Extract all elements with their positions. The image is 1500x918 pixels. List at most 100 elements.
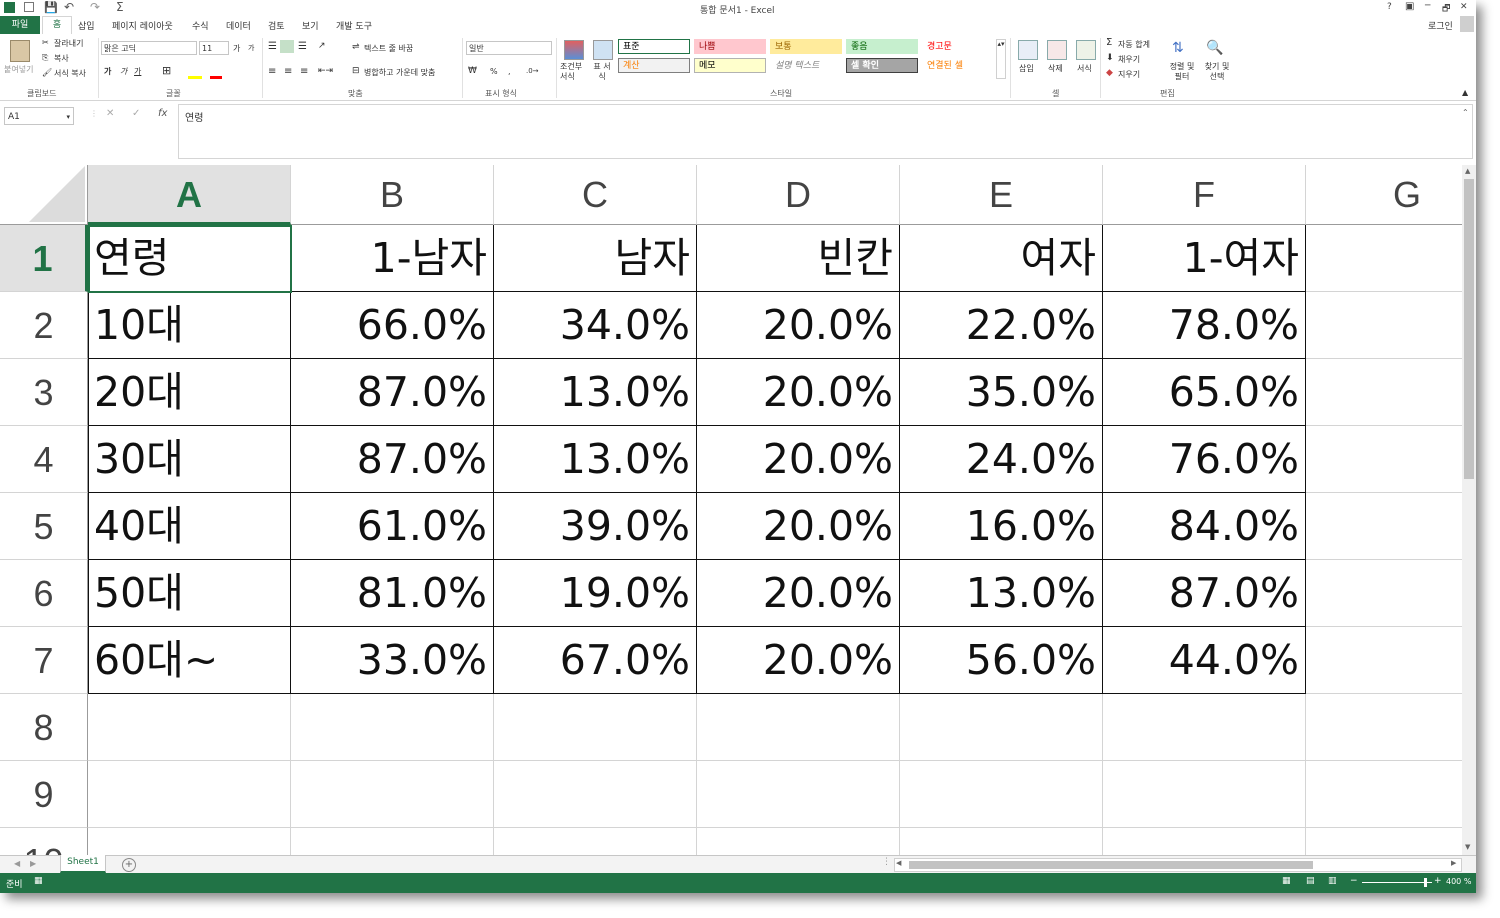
cell[interactable]: 65.0% xyxy=(1103,359,1306,426)
horizontal-scrollbar[interactable]: ◀ ▶ xyxy=(894,858,1462,872)
tab-developer[interactable]: 개발 도구 xyxy=(336,19,372,32)
cell[interactable]: 20.0% xyxy=(697,493,900,560)
align-middle-icon[interactable] xyxy=(280,40,294,53)
zoom-level[interactable]: 400 % xyxy=(1446,877,1471,886)
cell[interactable]: 34.0% xyxy=(494,292,697,359)
align-bottom-icon[interactable]: ☰ xyxy=(298,41,307,52)
cell-style-item[interactable]: 보통 xyxy=(770,39,842,54)
cell[interactable] xyxy=(88,694,291,761)
row-header[interactable]: 6 xyxy=(0,560,88,627)
cell[interactable] xyxy=(291,694,494,761)
cell-style-item[interactable]: 연결된 셀 xyxy=(922,58,994,73)
cell[interactable]: 20.0% xyxy=(697,359,900,426)
expand-formula-icon[interactable]: ⌃ xyxy=(1462,108,1469,117)
cell[interactable]: 20.0% xyxy=(697,560,900,627)
conditional-format-icon[interactable] xyxy=(564,40,584,60)
restore-button[interactable]: 🗗 xyxy=(1442,1,1450,17)
cell[interactable]: 빈칸 xyxy=(697,225,900,292)
tab-insert[interactable]: 삽입 xyxy=(78,19,95,32)
page-break-view-icon[interactable]: ▥ xyxy=(1328,876,1337,886)
cell[interactable]: 20.0% xyxy=(697,426,900,493)
currency-icon[interactable]: ₩ xyxy=(468,66,477,76)
fill-color-icon[interactable] xyxy=(188,76,202,79)
cell[interactable]: 67.0% xyxy=(494,627,697,694)
cell-style-item[interactable]: 설명 텍스트 xyxy=(770,58,842,73)
insert-cells-button[interactable]: 삽입 xyxy=(1019,63,1034,74)
cell[interactable] xyxy=(900,694,1103,761)
login-link[interactable]: 로그인 xyxy=(1428,19,1453,32)
cell[interactable]: 50대 xyxy=(88,560,291,627)
copy-icon[interactable]: ⎘ xyxy=(42,53,48,63)
cell[interactable]: 13.0% xyxy=(494,359,697,426)
column-header[interactable]: E xyxy=(900,165,1103,225)
cell[interactable] xyxy=(1306,292,1462,359)
format-table-button[interactable]: 표 서식 xyxy=(590,62,614,82)
row-header[interactable]: 7 xyxy=(0,627,88,694)
bold-button[interactable]: 가 xyxy=(104,66,111,77)
cell[interactable] xyxy=(1306,225,1462,292)
cell[interactable]: 30대 xyxy=(88,426,291,493)
collapse-ribbon-icon[interactable]: ▲ xyxy=(1462,88,1468,97)
sort-filter-button[interactable]: 정렬 및 필터 xyxy=(1168,62,1196,82)
cell[interactable]: 78.0% xyxy=(1103,292,1306,359)
cell[interactable] xyxy=(697,761,900,828)
font-name-select[interactable]: 맑은 고딕 xyxy=(101,41,197,55)
cell[interactable] xyxy=(291,761,494,828)
row-header[interactable]: 8 xyxy=(0,694,88,761)
delete-cells-button[interactable]: 삭제 xyxy=(1048,63,1063,74)
cell[interactable]: 35.0% xyxy=(900,359,1103,426)
cell[interactable]: 1-남자 xyxy=(291,225,494,292)
clear-icon[interactable]: ◆ xyxy=(1106,68,1113,78)
zoom-in-icon[interactable]: + xyxy=(1434,876,1442,886)
find-select-icon[interactable]: 🔍 xyxy=(1206,40,1223,56)
cell[interactable]: 81.0% xyxy=(291,560,494,627)
cell-style-item[interactable]: 좋음 xyxy=(846,39,918,54)
border-icon[interactable]: ⊞ xyxy=(162,64,171,77)
undo-icon[interactable]: ↶ xyxy=(64,0,74,14)
row-header[interactable]: 5 xyxy=(0,493,88,560)
paste-icon[interactable] xyxy=(10,40,30,62)
scroll-down-icon[interactable]: ▼ xyxy=(1465,843,1470,851)
save-icon[interactable]: 💾 xyxy=(44,1,58,14)
minimize-button[interactable]: ─ xyxy=(1425,1,1430,11)
cell[interactable]: 1-여자 xyxy=(1103,225,1306,292)
cell[interactable]: 연령 xyxy=(88,225,291,292)
format-cells-button[interactable]: 서식 xyxy=(1077,63,1092,74)
table-icon[interactable] xyxy=(24,2,34,12)
cell[interactable]: 19.0% xyxy=(494,560,697,627)
cell-style-item[interactable]: 메모 xyxy=(694,58,766,73)
italic-button[interactable]: 가 xyxy=(120,66,127,77)
font-size-select[interactable]: 11 xyxy=(199,41,229,55)
row-header[interactable]: 9 xyxy=(0,761,88,828)
cut-button[interactable]: 잘라내기 xyxy=(54,38,83,49)
close-button[interactable]: ✕ xyxy=(1460,2,1468,12)
cell[interactable]: 84.0% xyxy=(1103,493,1306,560)
zoom-slider[interactable] xyxy=(1362,882,1432,883)
cell-style-item[interactable]: 셀 확인 xyxy=(846,58,918,73)
normal-view-icon[interactable]: ▦ xyxy=(1282,876,1291,886)
cell[interactable] xyxy=(1306,493,1462,560)
sum-qat-icon[interactable]: Σ xyxy=(116,0,124,14)
cell[interactable]: 22.0% xyxy=(900,292,1103,359)
macro-record-icon[interactable]: ▦ xyxy=(34,876,43,886)
cell[interactable]: 13.0% xyxy=(494,426,697,493)
name-box[interactable]: A1 ▾ xyxy=(4,107,74,125)
align-center-icon[interactable]: ≡ xyxy=(284,66,292,77)
cell[interactable] xyxy=(88,761,291,828)
cell[interactable]: 여자 xyxy=(900,225,1103,292)
tab-review[interactable]: 검토 xyxy=(268,19,285,32)
sheet-tab[interactable]: Sheet1 xyxy=(60,855,106,873)
vertical-scrollbar[interactable]: ▲ ▼ xyxy=(1462,165,1476,855)
tab-view[interactable]: 보기 xyxy=(302,19,319,32)
cell-style-item[interactable]: 경고문 xyxy=(922,39,994,54)
find-select-button[interactable]: 찾기 및 선택 xyxy=(1202,62,1232,82)
column-header[interactable]: G xyxy=(1306,165,1462,225)
cell[interactable]: 60대~ xyxy=(88,627,291,694)
align-right-icon[interactable]: ≡ xyxy=(300,66,308,77)
cell[interactable]: 10대 xyxy=(88,292,291,359)
merge-center-button[interactable]: 병합하고 가운데 맞춤 xyxy=(364,67,435,78)
cell[interactable] xyxy=(1306,694,1462,761)
tab-file[interactable]: 파일 xyxy=(0,16,40,34)
horizontal-scroll-thumb[interactable] xyxy=(909,861,1313,869)
cell[interactable]: 39.0% xyxy=(494,493,697,560)
